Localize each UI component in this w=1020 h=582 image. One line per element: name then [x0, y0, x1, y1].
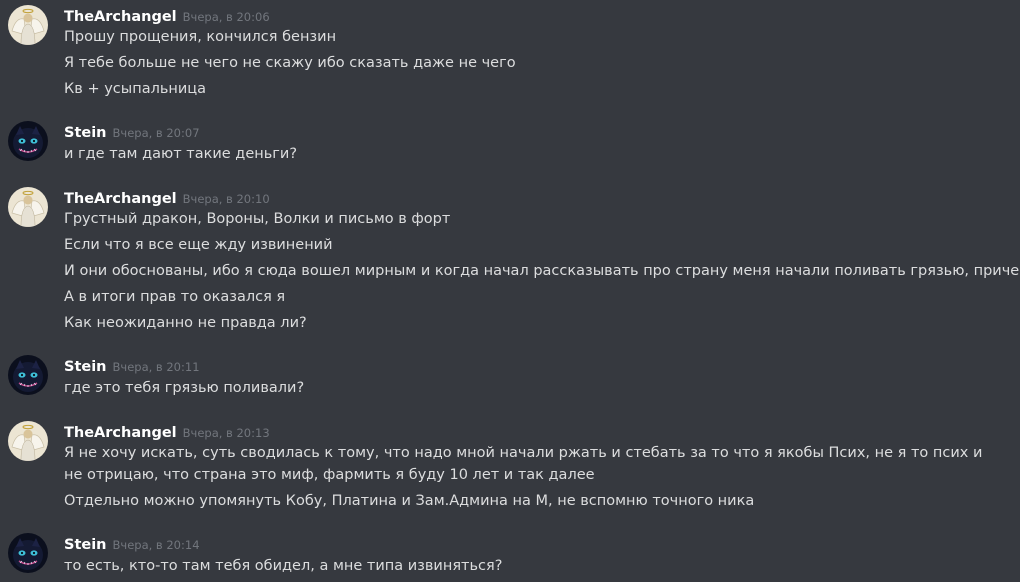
- username[interactable]: Stein: [64, 537, 107, 553]
- message-text: Грустный дракон, Вороны, Волки и письмо …: [64, 211, 451, 227]
- message-text: Я не хочу искать, суть сводилась к тому,…: [64, 445, 983, 483]
- username[interactable]: TheArchangel: [64, 9, 177, 25]
- chat-messages-area: TheArchangel Вчера, в 20:06 Прошу прощени…: [0, 0, 1020, 582]
- message-text: Если что я все еще жду извинений: [64, 237, 333, 253]
- timestamp: Вчера, в 20:11: [112, 360, 200, 374]
- angel-avatar-icon[interactable]: [8, 5, 48, 45]
- message-text: Я тебе больше не чего не скажу ибо сказа…: [64, 55, 516, 71]
- message-header: TheArchangel Вчера, в 20:06: [64, 5, 270, 27]
- message-text: А в итоги прав то оказался я: [64, 289, 286, 305]
- dark-cat-avatar-icon[interactable]: [8, 355, 48, 395]
- timestamp: Вчера, в 20:10: [182, 192, 270, 206]
- timestamp: Вчера, в 20:14: [112, 538, 200, 552]
- message-text: где это тебя грязью поливали?: [64, 380, 305, 396]
- message-text: Кв + усыпальница: [64, 81, 207, 97]
- message-text: Прошу прощения, кончился бензин: [64, 29, 337, 45]
- username[interactable]: TheArchangel: [64, 191, 177, 207]
- timestamp: Вчера, в 20:06: [182, 10, 270, 24]
- message-header: Stein Вчера, в 20:11: [64, 355, 200, 377]
- username[interactable]: Stein: [64, 359, 107, 375]
- message-header: Stein Вчера, в 20:14: [64, 533, 200, 555]
- message-text: Как неожиданно не правда ли?: [64, 315, 307, 331]
- timestamp: Вчера, в 20:07: [112, 126, 200, 140]
- username[interactable]: TheArchangel: [64, 425, 177, 441]
- angel-avatar-icon[interactable]: [8, 187, 48, 227]
- message-header: Stein Вчера, в 20:07: [64, 121, 200, 143]
- angel-avatar-icon[interactable]: [8, 421, 48, 461]
- message-text: то есть, кто-то там тебя обидел, а мне т…: [64, 558, 503, 574]
- username[interactable]: Stein: [64, 125, 107, 141]
- timestamp: Вчера, в 20:13: [182, 426, 270, 440]
- message-header: TheArchangel Вчера, в 20:10: [64, 187, 270, 209]
- message-header: TheArchangel Вчера, в 20:13: [64, 421, 270, 443]
- message-text: и где там дают такие деньги?: [64, 146, 298, 162]
- message-text: Отдельно можно упомянуть Кобу, Платина и…: [64, 493, 755, 509]
- dark-cat-avatar-icon[interactable]: [8, 121, 48, 161]
- dark-cat-avatar-icon[interactable]: [8, 533, 48, 573]
- message-text: И они обоснованы, ибо я сюда вошел мирны…: [64, 263, 1020, 279]
